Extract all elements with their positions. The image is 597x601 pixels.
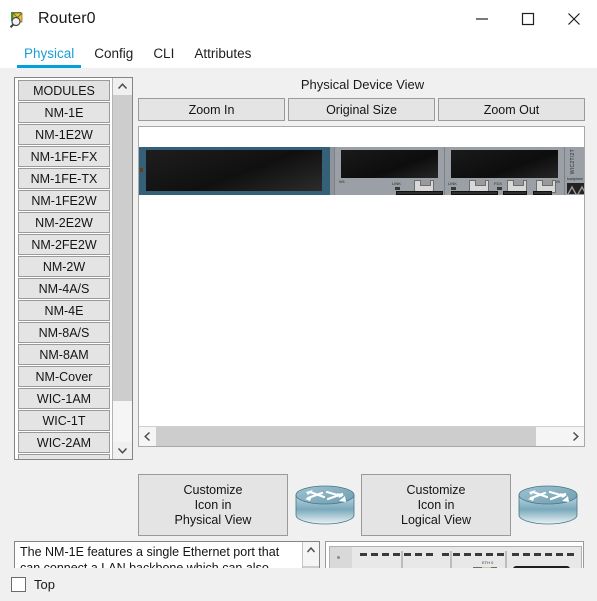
customize-logical-view-button[interactable]: Customize Icon in Logical View [361, 474, 511, 536]
module-item-nm-8am[interactable]: NM-8AM [18, 344, 110, 365]
fdx-label: FDX [494, 181, 502, 186]
modules-scroll-track[interactable] [113, 95, 132, 442]
customize-physical-view-button[interactable]: Customize Icon in Physical View [138, 474, 288, 536]
zoom-button-row: Zoom In Original Size Zoom Out [138, 98, 585, 121]
module-item-nm-1fe-tx[interactable]: NM-1FE-TX [18, 168, 110, 189]
modules-scroll-thumb[interactable] [113, 95, 132, 401]
module-screw-icon [337, 556, 340, 559]
module-port-label: ETH 0 [482, 560, 494, 565]
link-label: LINK [448, 181, 457, 186]
chevron-right-icon[interactable] [567, 427, 584, 446]
port-label-plate-3 [533, 191, 552, 195]
modules-panel: MODULES NM-1E NM-1E2W NM-1FE-FX NM-1FE-T… [14, 77, 133, 460]
module-item-nm-1fe2w[interactable]: NM-1FE2W [18, 190, 110, 211]
module-item-nm-1e2w[interactable]: NM-1E2W [18, 124, 110, 145]
tab-physical[interactable]: Physical [14, 46, 84, 68]
modules-list-header: MODULES [18, 80, 110, 101]
hscroll-track[interactable] [156, 427, 567, 446]
module-item-nm-cover[interactable]: NM-Cover [18, 366, 110, 387]
module-item-nm-1e[interactable]: NM-1E [18, 102, 110, 123]
hscroll-thumb[interactable] [156, 427, 536, 446]
customize-physical-line1: Customize [183, 482, 243, 497]
chevron-up-icon[interactable] [113, 78, 132, 95]
module-item-wic-1am[interactable]: WIC-1AM [18, 388, 110, 409]
slot-opening [146, 150, 322, 191]
maximize-button[interactable] [505, 0, 551, 38]
customize-logical-line1: Customize [406, 482, 466, 497]
device-view-hscrollbar[interactable] [139, 426, 584, 446]
chassis-module-w0[interactable]: W0 LINK FDX [444, 147, 564, 195]
module-item-wic-2t[interactable]: WIC-2T [18, 454, 110, 459]
backplane-label: backplane [567, 177, 583, 181]
zoom-in-button[interactable]: Zoom In [138, 98, 285, 121]
router-icon-logical[interactable] [511, 474, 584, 536]
link-led [395, 187, 400, 190]
vent-row-3 [512, 553, 576, 556]
bottom-bar: Top [0, 568, 597, 601]
port-label-plate-1 [451, 191, 498, 195]
window-title-bar: Router0 [0, 0, 597, 38]
chevron-up-icon[interactable] [303, 542, 319, 558]
close-button[interactable] [551, 0, 597, 38]
module-opening [451, 150, 558, 178]
top-checkbox-label: Top [34, 577, 55, 592]
module-opening [341, 150, 438, 178]
fdx-led [497, 187, 502, 190]
router-chassis-image[interactable]: W1 LINK W0 LINK FDX WIC2T/2T backplane [139, 147, 584, 195]
module-item-nm-2fe2w[interactable]: NM-2FE2W [18, 234, 110, 255]
port-label-plate-2 [503, 191, 527, 195]
chevron-down-icon[interactable] [113, 442, 132, 459]
module-item-nm-4as[interactable]: NM-4A/S [18, 278, 110, 299]
window-controls [459, 0, 597, 38]
port-label-plate-0 [396, 191, 443, 195]
device-view-canvas[interactable]: W1 LINK W0 LINK FDX WIC2T/2T backplane [138, 126, 585, 447]
tab-config[interactable]: Config [84, 46, 143, 68]
tab-bar: Physical Config CLI Attributes [0, 38, 597, 68]
chassis-empty-slot[interactable] [139, 147, 330, 195]
module-item-wic-2am[interactable]: WIC-2AM [18, 432, 110, 453]
slot-screw-icon [140, 168, 143, 172]
top-checkbox[interactable] [11, 577, 26, 592]
router-icon-physical[interactable] [288, 474, 361, 536]
customize-row: Customize Icon in Physical View Customiz… [138, 474, 585, 536]
physical-device-view-title: Physical Device View [300, 77, 425, 92]
slot-label-w1: W1 [339, 179, 345, 184]
customize-physical-line3: Physical View [174, 512, 252, 527]
link-led [451, 187, 456, 190]
packet-tracer-router-icon [9, 9, 29, 29]
chevron-left-icon[interactable] [139, 427, 156, 446]
module-item-wic-1t[interactable]: WIC-1T [18, 410, 110, 431]
customize-logical-line2: Icon in [417, 497, 455, 512]
window-title: Router0 [38, 10, 96, 27]
chassis-side-panel: WIC2T/2T backplane [564, 147, 584, 195]
side-panel-label: WIC2T/2T [570, 149, 576, 175]
customize-physical-line2: Icon in [194, 497, 232, 512]
module-item-nm-8as[interactable]: NM-8A/S [18, 322, 110, 343]
module-item-nm-4e[interactable]: NM-4E [18, 300, 110, 321]
minimize-button[interactable] [459, 0, 505, 38]
module-item-nm-2w[interactable]: NM-2W [18, 256, 110, 277]
tab-cli[interactable]: CLI [143, 46, 184, 68]
modules-scrollbar[interactable] [112, 78, 132, 459]
link-label: LINK [392, 181, 401, 186]
modules-list[interactable]: MODULES NM-1E NM-1E2W NM-1FE-FX NM-1FE-T… [15, 78, 112, 459]
zoom-out-button[interactable]: Zoom Out [438, 98, 585, 121]
module-item-nm-2e2w[interactable]: NM-2E2W [18, 212, 110, 233]
vent-grille [567, 183, 584, 194]
customize-logical-line3: Logical View [401, 512, 471, 527]
chassis-module-w1[interactable]: W1 LINK [334, 147, 444, 195]
main-content: MODULES NM-1E NM-1E2W NM-1FE-FX NM-1FE-T… [0, 68, 597, 601]
module-item-nm-1fe-fx[interactable]: NM-1FE-FX [18, 146, 110, 167]
vent-row-1 [360, 553, 436, 556]
original-size-button[interactable]: Original Size [288, 98, 435, 121]
tab-attributes[interactable]: Attributes [184, 46, 261, 68]
